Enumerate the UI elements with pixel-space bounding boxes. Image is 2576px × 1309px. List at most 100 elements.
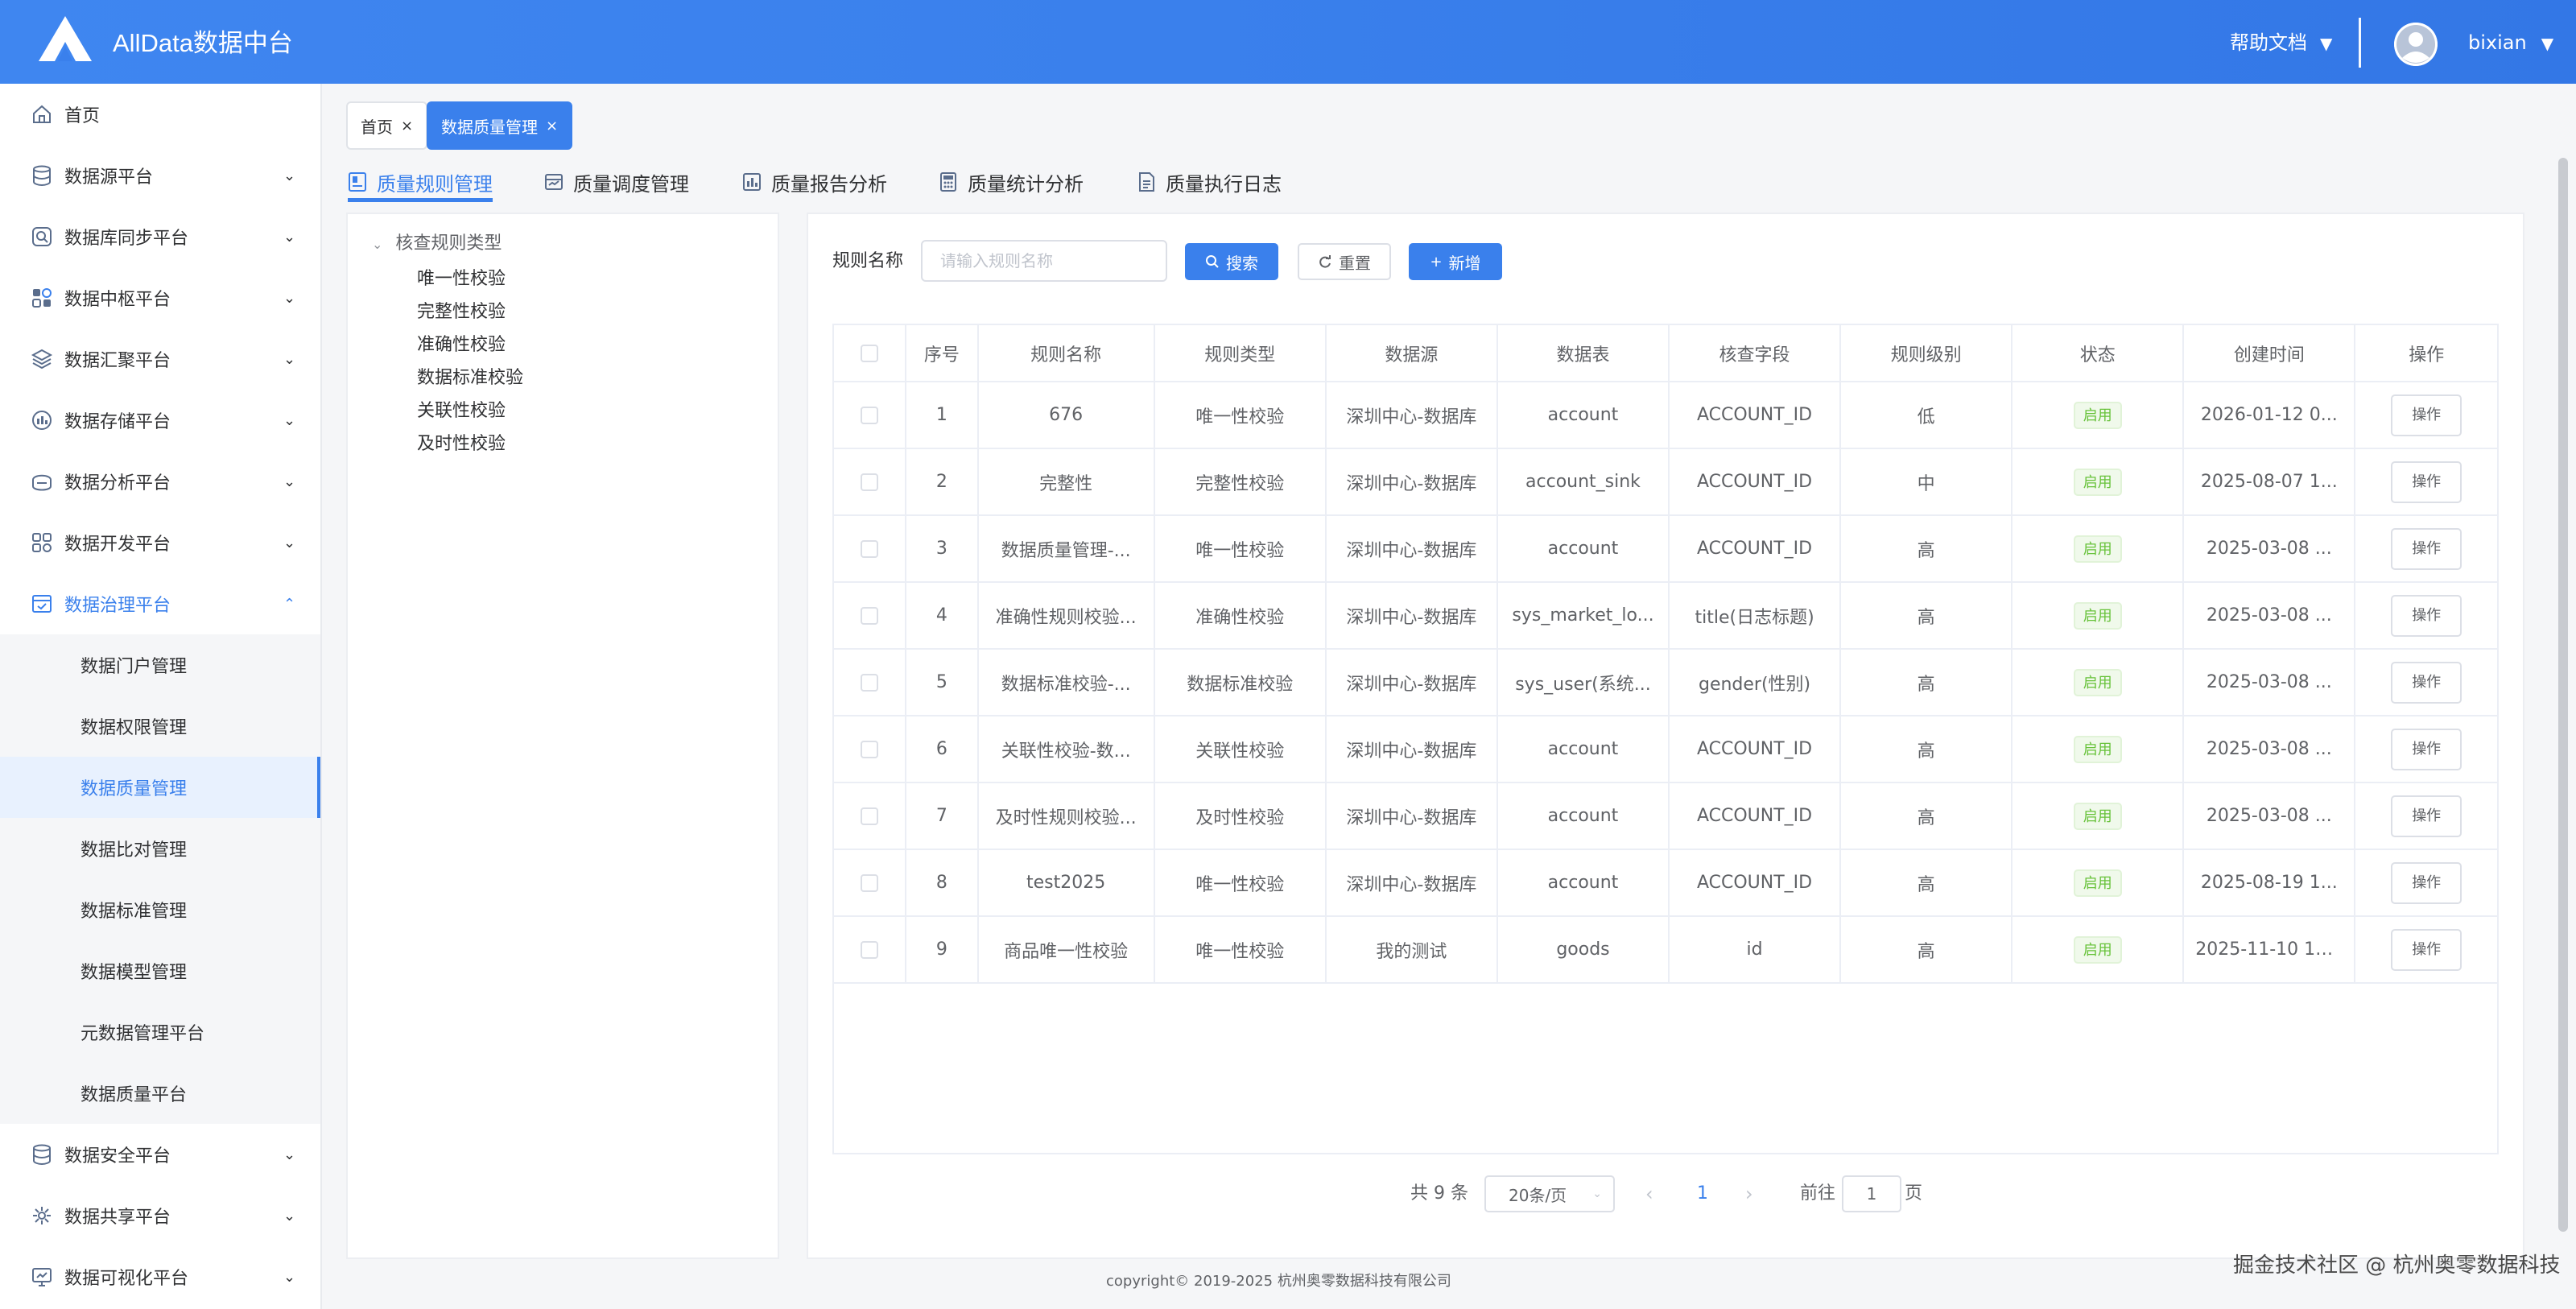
row-checkbox[interactable]	[861, 540, 879, 558]
search-icon	[1206, 255, 1219, 268]
table-cell-level: 高	[1840, 716, 2013, 783]
tree-root-node[interactable]: ⌄ 核查规则类型	[372, 229, 502, 254]
sidebar-item-data-analysis[interactable]: 数据分析平台 ⌄	[0, 451, 320, 512]
row-select-cell	[834, 916, 907, 984]
page-scrollbar[interactable]	[2558, 158, 2568, 1232]
tree-node[interactable]: 完整性校验	[417, 297, 506, 323]
tree-node[interactable]: 及时性校验	[417, 429, 506, 455]
row-checkbox[interactable]	[861, 473, 879, 491]
tab-quality-logs[interactable]: 质量执行日志	[1137, 166, 1282, 198]
user-menu[interactable]: bixian ▼	[2468, 29, 2553, 57]
sidebar-item-data-visualization[interactable]: 数据可视化平台 ⌄	[0, 1246, 320, 1307]
reset-button[interactable]: 重置	[1298, 243, 1391, 280]
table-cell-actions: 操作	[2355, 849, 2497, 917]
row-checkbox[interactable]	[861, 607, 879, 625]
tag-home[interactable]: 首页 ×	[346, 101, 428, 150]
sidebar-item-data-governance[interactable]: 数据治理平台 ⌃	[0, 573, 320, 634]
status-badge: 启用	[2073, 401, 2122, 429]
header-divider	[2359, 18, 2361, 68]
row-checkbox[interactable]	[861, 741, 879, 758]
table-cell-status: 启用	[2012, 849, 2185, 917]
sidebar-item-data-share[interactable]: 数据共享平台 ⌄	[0, 1185, 320, 1246]
add-button[interactable]: + 新增	[1409, 243, 1502, 280]
row-action-button[interactable]: 操作	[2391, 594, 2462, 637]
sidebar-subitem-quality[interactable]: 数据质量管理	[0, 757, 320, 818]
user-avatar[interactable]	[2394, 23, 2438, 66]
sidebar-item-data-security[interactable]: 数据安全平台 ⌄	[0, 1124, 320, 1185]
table-cell-actions: 操作	[2355, 515, 2497, 583]
sidebar-item-data-storage[interactable]: 数据存储平台 ⌄	[0, 390, 320, 451]
table-cell-created: 2025-03-08 ...	[2183, 582, 2356, 650]
tree-node[interactable]: 关联性校验	[417, 396, 506, 422]
status-badge: 启用	[2073, 668, 2122, 696]
sidebar-subitem-standard[interactable]: 数据标准管理	[0, 879, 320, 940]
row-action-button[interactable]: 操作	[2391, 928, 2462, 971]
help-docs-menu[interactable]: 帮助文档 ▼	[2230, 29, 2332, 57]
table-row: 4 准确性规则校验... 准确性校验 深圳中心-数据库 sys_market_lo...…	[834, 582, 2497, 650]
rule-type-tree-panel: ⌄ 核查规则类型 唯一性校验 完整性校验 准确性校验 数据标准校验 关联性校验 及…	[346, 213, 779, 1259]
row-action-button[interactable]: 操作	[2391, 728, 2462, 770]
row-checkbox[interactable]	[861, 807, 879, 825]
sidebar-subitem-model[interactable]: 数据模型管理	[0, 940, 320, 1001]
row-checkbox[interactable]	[861, 874, 879, 892]
sidebar-subitem-permission[interactable]: 数据权限管理	[0, 696, 320, 757]
chevron-down-icon: ⌄	[283, 350, 296, 368]
sidebar-item-home[interactable]: 首页	[0, 84, 320, 145]
row-select-cell	[834, 382, 907, 449]
pagination-total: 共 9 条	[1410, 1183, 1468, 1204]
row-action-button[interactable]: 操作	[2391, 460, 2462, 503]
page-size-select[interactable]: 20条/页 ⌄	[1484, 1175, 1615, 1212]
next-page-button[interactable]: ›	[1745, 1180, 1753, 1208]
table-cell-status: 启用	[2012, 515, 2185, 583]
sidebar-subitem-portal[interactable]: 数据门户管理	[0, 634, 320, 696]
sidebar-subitem-quality-platform[interactable]: 数据质量平台	[0, 1063, 320, 1124]
table-cell-source: 深圳中心-数据库	[1325, 515, 1498, 583]
row-action-button[interactable]: 操作	[2391, 661, 2462, 704]
storage-icon	[32, 411, 52, 430]
status-badge: 启用	[2073, 935, 2122, 964]
goto-page-input[interactable]	[1842, 1175, 1901, 1212]
row-action-button[interactable]: 操作	[2391, 861, 2462, 904]
row-checkbox[interactable]	[861, 407, 879, 424]
rule-name-input[interactable]	[921, 240, 1167, 282]
tree-node[interactable]: 唯一性校验	[417, 264, 506, 290]
tab-quality-schedule[interactable]: 质量调度管理	[544, 166, 689, 198]
sidebar-item-data-development[interactable]: 数据开发平台 ⌄	[0, 512, 320, 573]
tab-quality-statistics[interactable]: 质量统计分析	[939, 166, 1084, 198]
table-cell-type: 完整性校验	[1154, 448, 1327, 516]
sidebar-item-db-sync[interactable]: 数据库同步平台 ⌄	[0, 206, 320, 267]
tab-quality-rules[interactable]: 质量规则管理	[348, 166, 493, 198]
row-action-button[interactable]: 操作	[2391, 394, 2462, 436]
share-icon	[33, 1207, 51, 1224]
sidebar-subitem-compare[interactable]: 数据比对管理	[0, 818, 320, 879]
page-number-current[interactable]: 1	[1697, 1180, 1708, 1208]
select-all-checkbox[interactable]	[861, 345, 879, 362]
row-select-cell	[834, 448, 907, 516]
tab-quality-report[interactable]: 质量报告分析	[742, 166, 887, 198]
search-button[interactable]: 搜索	[1185, 243, 1278, 280]
table-cell-source: 深圳中心-数据库	[1325, 716, 1498, 783]
prev-page-button[interactable]: ‹	[1645, 1180, 1653, 1208]
sidebar-item-datasource[interactable]: 数据源平台 ⌄	[0, 145, 320, 206]
chevron-down-icon: ⌄	[283, 1268, 296, 1286]
chevron-down-icon: ⌄	[283, 289, 296, 307]
row-action-button[interactable]: 操作	[2391, 527, 2462, 570]
table-cell-name: 676	[977, 382, 1155, 449]
tree-node[interactable]: 准确性校验	[417, 330, 506, 356]
table-cell-table: sys_user(系统...	[1496, 649, 1670, 716]
row-checkbox[interactable]	[861, 674, 879, 692]
sidebar-item-data-hub[interactable]: 数据中枢平台 ⌄	[0, 267, 320, 328]
column-header: 规则级别	[1840, 325, 2013, 382]
table-cell-field: ACCOUNT_ID	[1669, 515, 1842, 583]
sidebar-subitem-metadata[interactable]: 元数据管理平台	[0, 1001, 320, 1063]
sidebar-item-data-aggregation[interactable]: 数据汇聚平台 ⌄	[0, 328, 320, 390]
caret-down-icon[interactable]: ⌄	[372, 237, 382, 252]
tag-data-quality[interactable]: 数据质量管理 ×	[427, 101, 573, 150]
close-icon[interactable]: ×	[401, 118, 413, 134]
row-action-button[interactable]: 操作	[2391, 795, 2462, 837]
sidebar-subitem-label: 数据模型管理	[80, 963, 188, 983]
row-checkbox[interactable]	[861, 941, 879, 959]
tree-node[interactable]: 数据标准校验	[417, 363, 523, 389]
sidebar-subitem-label: 数据门户管理	[80, 657, 188, 677]
close-icon[interactable]: ×	[546, 118, 558, 134]
